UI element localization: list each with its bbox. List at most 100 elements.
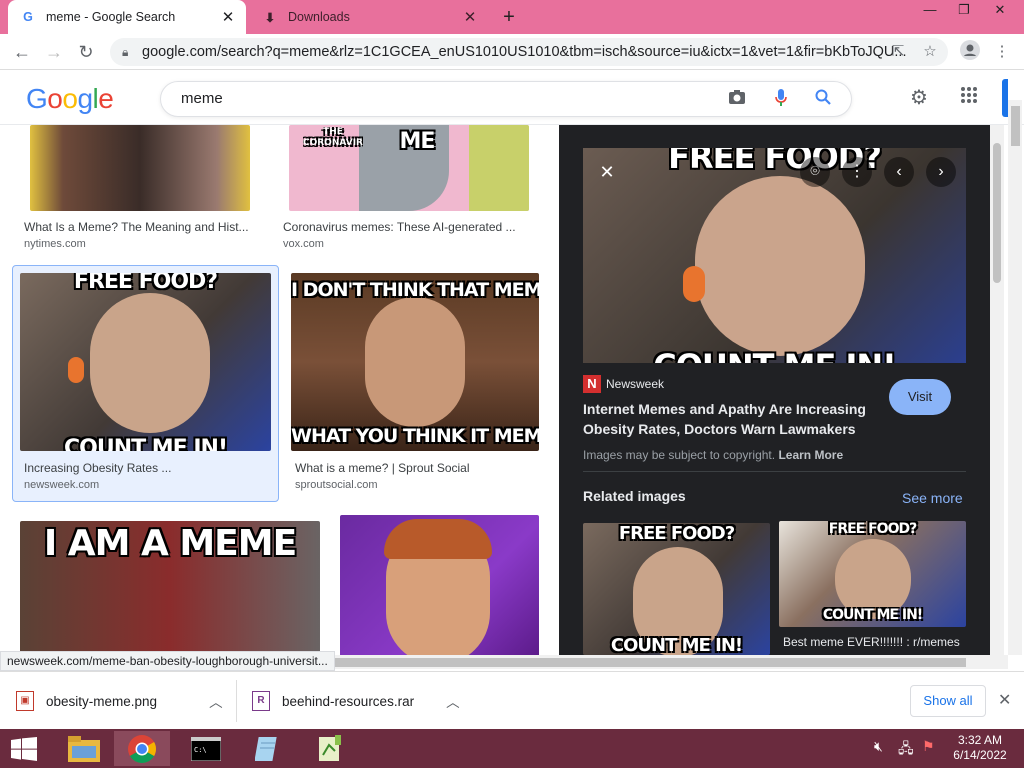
address-bar[interactable]: 🔒︎ google.com/search?q=meme&rlz=1C1GCEA_…	[110, 38, 948, 66]
download-bar: ▣ obesity-meme.png ︿ R beehind-resources…	[0, 671, 1024, 729]
close-window-button[interactable]: ✕	[982, 0, 1018, 22]
clock-date: 6/14/2022	[953, 748, 1007, 762]
archive-file-icon: R	[252, 691, 270, 711]
camera-search-icon[interactable]	[727, 89, 747, 109]
profile-avatar-icon[interactable]	[958, 40, 982, 64]
see-more-link[interactable]: See more	[902, 490, 963, 506]
volume-muted-icon[interactable]: 🔇︎	[874, 738, 883, 755]
browser-menu-icon[interactable]: ⋮	[990, 40, 1014, 64]
search-input[interactable]: meme	[181, 82, 223, 116]
tab-downloads[interactable]: ⬇ Downloads ✕	[250, 0, 488, 34]
result-caption[interactable]: What Is a Meme? The Meaning and Hist...	[24, 220, 254, 234]
settings-gear-icon[interactable]: ⚙	[906, 85, 932, 111]
related-caption[interactable]: Best meme EVER!!!!!!! : r/memes	[783, 635, 960, 649]
lock-icon: 🔒︎	[122, 45, 129, 59]
search-box[interactable]: meme	[160, 81, 852, 117]
tab-title: Downloads	[288, 10, 350, 24]
scroll-thumb[interactable]	[1011, 106, 1020, 146]
download-icon: ⬇	[264, 10, 276, 25]
restore-button[interactable]: ❐	[946, 0, 982, 22]
result-image-vox[interactable]: THE CORONAVIRUS ME	[289, 125, 529, 211]
download-item[interactable]: R beehind-resources.rar ︿	[252, 686, 460, 716]
divider	[583, 471, 966, 472]
voice-search-icon[interactable]	[771, 89, 791, 109]
google-favicon-icon: G	[23, 10, 33, 24]
result-image-nytimes[interactable]	[30, 125, 250, 211]
close-tab-icon[interactable]: ✕	[462, 8, 478, 26]
result-image-i-am-a-meme[interactable]: I AM A MEME	[20, 521, 320, 655]
download-item[interactable]: ▣ obesity-meme.png ︿	[16, 686, 223, 716]
close-panel-icon[interactable]: ✕	[592, 157, 622, 187]
notepad-icon[interactable]	[240, 731, 296, 766]
search-icon[interactable]	[813, 89, 833, 109]
result-caption[interactable]: What is a meme? | Sprout Social	[295, 461, 535, 475]
preview-title[interactable]: Internet Memes and Apathy Are Increasing…	[583, 399, 883, 439]
next-image-icon[interactable]: ›	[926, 157, 956, 187]
result-source: nytimes.com	[24, 238, 86, 250]
minimize-button[interactable]: —	[912, 0, 948, 22]
result-image-sproutsocial[interactable]: I DON'T THINK THAT MEMES WHAT YOU THINK …	[291, 273, 539, 451]
result-image-newsweek[interactable]: FREE FOOD? COUNT ME IN!	[20, 273, 271, 451]
google-header: Google meme ⚙	[0, 71, 1024, 125]
result-caption[interactable]: Increasing Obesity Rates ...	[24, 461, 274, 475]
back-arrow-icon[interactable]: ←	[10, 40, 34, 64]
scroll-thumb[interactable]	[993, 143, 1001, 283]
copyright-notice: Images may be subject to copyright. Lear…	[583, 448, 843, 462]
download-filename: obesity-meme.png	[46, 693, 158, 709]
related-image-1[interactable]: FREE FOOD? COUNT ME IN!	[583, 523, 770, 655]
result-image-bad-luck-brian[interactable]	[340, 515, 539, 655]
close-tab-icon[interactable]: ✕	[220, 8, 236, 26]
logo-letter: o	[62, 83, 78, 114]
results-scrollbar[interactable]	[990, 125, 1004, 655]
apps-grid-icon[interactable]	[956, 85, 982, 111]
more-options-icon[interactable]: ⋮	[842, 157, 872, 187]
logo-letter: G	[26, 83, 48, 114]
tab-google-search[interactable]: G meme - Google Search ✕	[8, 0, 246, 34]
reload-icon[interactable]: ↻	[74, 40, 98, 64]
bookmark-star-icon[interactable]: ☆	[918, 40, 942, 64]
svg-text:C:\: C:\	[194, 746, 207, 754]
action-center-icon[interactable]: ⚑	[922, 738, 935, 755]
divider	[236, 680, 237, 722]
image-file-icon: ▣	[16, 691, 34, 711]
logo-letter: g	[77, 83, 93, 114]
previous-image-icon[interactable]: ‹	[884, 157, 914, 187]
notepad-plus-plus-icon[interactable]	[302, 731, 358, 766]
tab-title: meme - Google Search	[46, 10, 176, 24]
network-icon[interactable]: 🖧︎	[898, 738, 914, 762]
show-all-button[interactable]: Show all	[910, 685, 986, 717]
start-button[interactable]	[0, 731, 48, 766]
logo-letter: o	[47, 83, 63, 114]
system-clock[interactable]: 3:32 AM 6/14/2022	[950, 733, 1010, 763]
chevron-up-icon[interactable]: ︿	[209, 691, 223, 711]
related-image-2[interactable]: FREE FOOD? COUNT ME IN!	[779, 521, 966, 627]
browser-toolbar: ← → ↻ 🔒︎ google.com/search?q=meme&rlz=1C…	[0, 34, 1024, 70]
logo-letter: e	[98, 83, 114, 114]
clock-time: 3:32 AM	[957, 733, 1003, 747]
close-download-bar-icon[interactable]: ✕	[998, 690, 1011, 710]
lens-search-icon[interactable]: ⌾	[800, 157, 830, 187]
google-logo[interactable]: Google	[26, 83, 114, 115]
visit-button[interactable]: Visit	[889, 379, 951, 415]
copyright-text: Images may be subject to copyright.	[583, 448, 776, 462]
image-preview-panel: FREE FOOD? COUNT ME IN! ✕ ⌾ ⋮ ‹ › N News…	[559, 125, 990, 655]
command-prompt-icon[interactable]: C:\	[178, 731, 234, 766]
result-source: vox.com	[283, 238, 324, 250]
result-source: newsweek.com	[24, 479, 100, 491]
learn-more-link[interactable]: Learn More	[778, 448, 843, 462]
forward-arrow-icon[interactable]: →	[42, 40, 66, 64]
image-results-grid: What Is a Meme? The Meaning and Hist... …	[0, 125, 558, 655]
related-images-heading: Related images	[583, 488, 686, 504]
scroll-thumb[interactable]	[332, 658, 966, 667]
result-caption[interactable]: Coronavirus memes: These AI-generated ..…	[283, 220, 523, 234]
chevron-up-icon[interactable]: ︿	[446, 691, 460, 711]
file-explorer-icon[interactable]	[56, 731, 112, 766]
url-text: google.com/search?q=meme&rlz=1C1GCEA_enU…	[142, 44, 907, 60]
page-scrollbar[interactable]	[1008, 100, 1022, 655]
newsweek-logo: N	[583, 375, 601, 393]
share-icon[interactable]: ⇱	[886, 40, 910, 64]
chrome-icon[interactable]	[114, 731, 170, 766]
new-tab-button[interactable]: +	[498, 6, 520, 28]
source-name[interactable]: Newsweek	[606, 377, 664, 391]
tab-strip: G meme - Google Search ✕ ⬇ Downloads ✕ +…	[0, 0, 1024, 34]
